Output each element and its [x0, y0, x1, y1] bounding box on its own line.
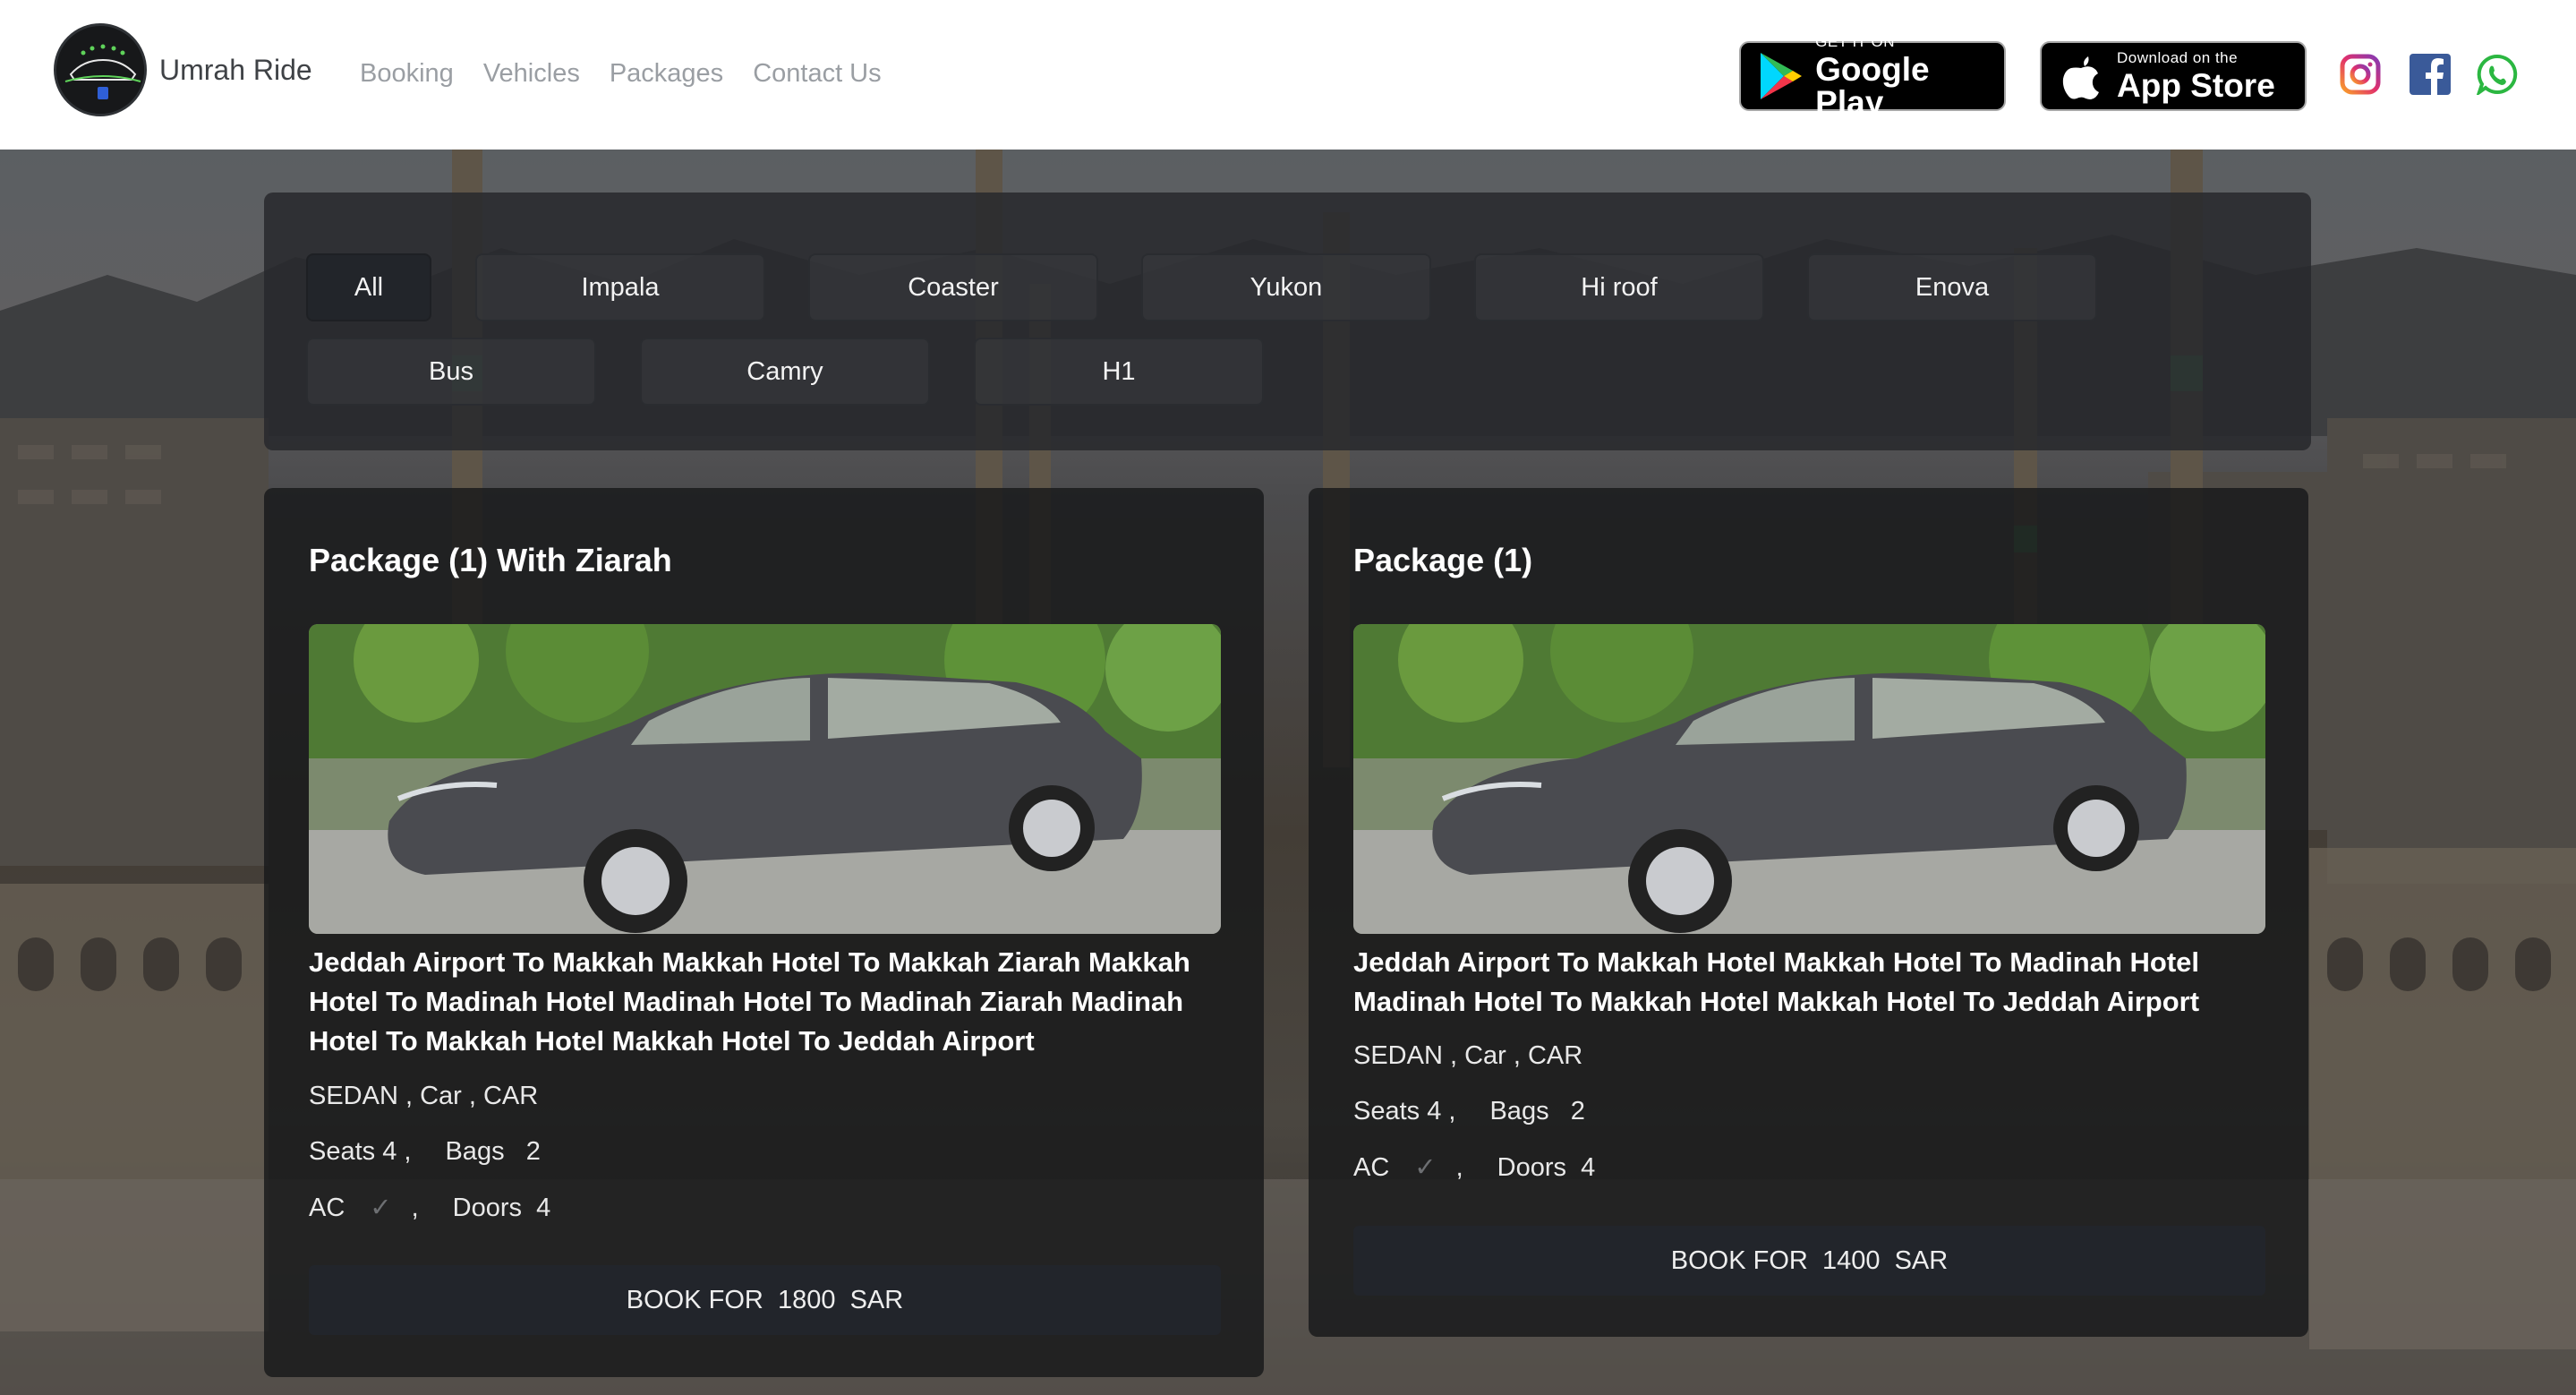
doors-label: Doors — [452, 1194, 523, 1222]
instagram-icon[interactable] — [2340, 54, 2381, 95]
app-store-big-text: App Store — [2117, 67, 2275, 104]
umrah-ride-logo[interactable] — [54, 23, 147, 116]
package-title: Package (1) — [1353, 542, 1533, 578]
seats-label: Seats 4 , — [309, 1137, 412, 1166]
nav-booking[interactable]: Booking — [360, 59, 454, 89]
filter-bus[interactable]: Bus — [306, 338, 596, 406]
check-icon: ✓ — [370, 1194, 392, 1222]
ac-label: AC — [1353, 1153, 1390, 1182]
app-store-badge[interactable]: Download on the App Store — [2040, 41, 2307, 111]
bags-value: 2 — [1570, 1097, 1585, 1125]
package-card: Package (1) Jeddah Airport To Makkah Hot… — [1309, 488, 2308, 1337]
filter-h1[interactable]: H1 — [974, 338, 1264, 406]
nav-contact-us[interactable]: Contact Us — [753, 59, 881, 89]
top-navbar: Umrah Ride Booking Vehicles Packages Con… — [0, 0, 2576, 150]
doors-value: 4 — [1581, 1153, 1596, 1182]
google-play-badge[interactable]: GET IT ON Google Play — [1739, 34, 2006, 119]
google-play-icon — [1753, 49, 1806, 103]
filter-camry[interactable]: Camry — [640, 338, 930, 406]
app-store-small-text: Download on the — [2117, 49, 2239, 66]
package-title: Package (1) With Ziarah — [309, 542, 672, 578]
vehicle-type: SEDAN , Car , CAR — [1353, 1041, 1583, 1070]
vehicle-filter-panel: All Impala Coaster Yukon Hi roof Enova B… — [264, 193, 2311, 450]
bags-label: Bags — [445, 1137, 505, 1166]
main-nav: Booking Vehicles Packages Contact Us — [360, 59, 882, 89]
package-route: Jeddah Airport To Makkah Hotel Makkah Ho… — [1353, 946, 2200, 1017]
nav-packages[interactable]: Packages — [610, 59, 723, 89]
bags-label: Bags — [1489, 1097, 1549, 1125]
doors-label: Doors — [1497, 1153, 1567, 1182]
filter-hi-roof[interactable]: Hi roof — [1474, 253, 1764, 321]
filter-enova[interactable]: Enova — [1807, 253, 2097, 321]
nav-vehicles[interactable]: Vehicles — [483, 59, 580, 89]
facebook-icon[interactable] — [2410, 54, 2451, 95]
filter-coaster[interactable]: Coaster — [808, 253, 1098, 321]
vehicle-features: AC ✓, Doors 4 — [1353, 1153, 1596, 1182]
vehicle-capacity: Seats 4 , Bags 2 — [1353, 1097, 1585, 1126]
apple-icon — [2054, 49, 2108, 103]
book-button[interactable]: BOOK FOR 1800 SAR — [309, 1265, 1221, 1335]
check-icon: ✓ — [1414, 1153, 1437, 1182]
ac-label: AC — [309, 1194, 345, 1222]
book-button[interactable]: BOOK FOR 1400 SAR — [1353, 1226, 2265, 1296]
package-card: Package (1) With Ziarah Jeddah Airport T… — [264, 488, 1264, 1377]
bags-value: 2 — [525, 1137, 541, 1166]
doors-value: 4 — [536, 1194, 551, 1222]
package-route: Jeddah Airport To Makkah Makkah Hotel To… — [309, 946, 1190, 1057]
vehicle-type: SEDAN , Car , CAR — [309, 1082, 539, 1110]
car-photo — [1353, 624, 2265, 934]
filter-impala[interactable]: Impala — [475, 253, 765, 321]
seats-label: Seats 4 , — [1353, 1097, 1456, 1125]
whatsapp-icon[interactable] — [2476, 54, 2518, 98]
vehicle-features: AC ✓, Doors 4 — [309, 1194, 551, 1222]
google-play-big-text: Google Play — [1815, 50, 1930, 121]
filter-yukon[interactable]: Yukon — [1141, 253, 1431, 321]
google-play-small-text: GET IT ON — [1815, 32, 1896, 50]
filter-all[interactable]: All — [306, 253, 431, 321]
car-photo — [309, 624, 1221, 934]
brand-name[interactable]: Umrah Ride — [159, 54, 312, 87]
vehicle-capacity: Seats 4 , Bags 2 — [309, 1137, 541, 1167]
